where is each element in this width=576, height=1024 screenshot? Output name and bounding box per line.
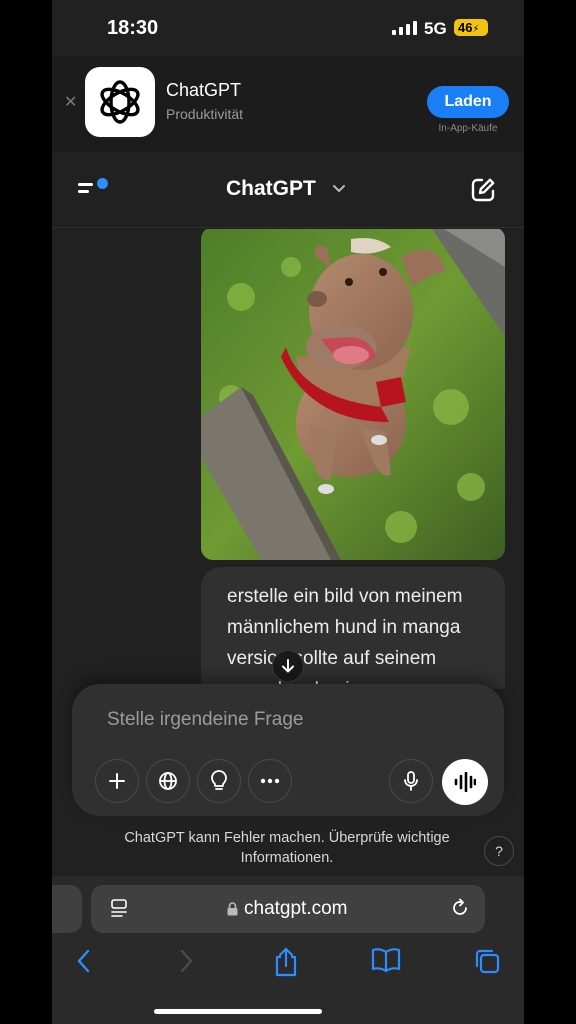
network-type: 5G (424, 19, 447, 38)
chat-header: ChatGPT (52, 152, 524, 228)
web-search-button[interactable] (146, 759, 190, 803)
url-text: chatgpt.com (244, 898, 348, 919)
plus-icon (109, 773, 125, 789)
notification-dot (97, 178, 108, 189)
lock-icon (227, 902, 238, 916)
back-icon[interactable] (74, 947, 94, 975)
scroll-down-button[interactable] (272, 650, 304, 682)
user-message-bubble: erstelle ein bild von meinem männlichem … (201, 567, 505, 689)
reload-icon[interactable] (449, 897, 471, 919)
app-name: ChatGPT (166, 80, 242, 100)
home-indicator[interactable] (154, 1009, 322, 1014)
get-app-button[interactable]: Laden (427, 86, 509, 118)
more-options-button[interactable] (248, 759, 292, 803)
microphone-icon (404, 771, 418, 791)
lightbulb-icon (211, 770, 227, 790)
model-selector-title[interactable]: ChatGPT (226, 177, 316, 201)
help-button[interactable]: ? (484, 836, 514, 866)
add-attachment-button[interactable] (95, 759, 139, 803)
previous-tab-preview[interactable] (52, 885, 82, 933)
openai-logo-icon (100, 80, 140, 124)
status-time: 18:30 (107, 17, 159, 39)
uploaded-dog-image[interactable] (201, 229, 505, 560)
battery-level: 46 (458, 20, 473, 35)
bookmarks-icon[interactable] (371, 947, 401, 973)
chevron-down-icon[interactable] (332, 181, 346, 195)
in-app-purchases-label: In-App-Käufe (438, 123, 498, 134)
status-bar: 18:30 5G 46⚡ (52, 0, 524, 56)
voice-mode-button[interactable] (442, 759, 488, 805)
reason-button[interactable] (197, 759, 241, 803)
more-dots-icon (260, 778, 280, 784)
close-icon[interactable]: ✕ (64, 92, 77, 112)
chat-messages: erstelle ein bild von meinem männlichem … (52, 229, 524, 689)
new-chat-edit-icon[interactable] (470, 177, 496, 203)
forward-icon[interactable] (176, 947, 196, 975)
share-icon[interactable] (273, 947, 299, 977)
arrow-down-icon (282, 659, 294, 673)
sidebar-menu-button[interactable] (78, 178, 108, 200)
tabs-icon[interactable] (473, 947, 501, 975)
dictate-button[interactable] (389, 759, 433, 803)
globe-icon (159, 772, 177, 790)
phone-screen: 18:30 5G 46⚡ ✕ ChatGPT Produktivität Lad… (52, 0, 524, 1024)
browser-toolbar: chatgpt.com (52, 876, 524, 1024)
address-bar[interactable]: chatgpt.com (91, 885, 485, 933)
menu-icon-line (78, 190, 89, 193)
message-input[interactable]: Stelle irgendeine Frage (107, 709, 427, 731)
app-category: Produktivität (166, 106, 244, 122)
disclaimer-text: ChatGPT kann Fehler machen. Überprüfe wi… (124, 830, 450, 866)
voice-waveform-icon (454, 772, 476, 792)
message-composer: Stelle irgendeine Frage (72, 684, 504, 816)
battery-icon: 46⚡ (454, 19, 488, 36)
signal-icon (392, 21, 417, 35)
menu-icon (78, 183, 93, 186)
app-store-banner: ✕ ChatGPT Produktivität Laden In-App-Käu… (52, 56, 524, 152)
chatgpt-logo-icon[interactable] (85, 67, 155, 137)
reader-mode-icon[interactable] (110, 899, 130, 919)
